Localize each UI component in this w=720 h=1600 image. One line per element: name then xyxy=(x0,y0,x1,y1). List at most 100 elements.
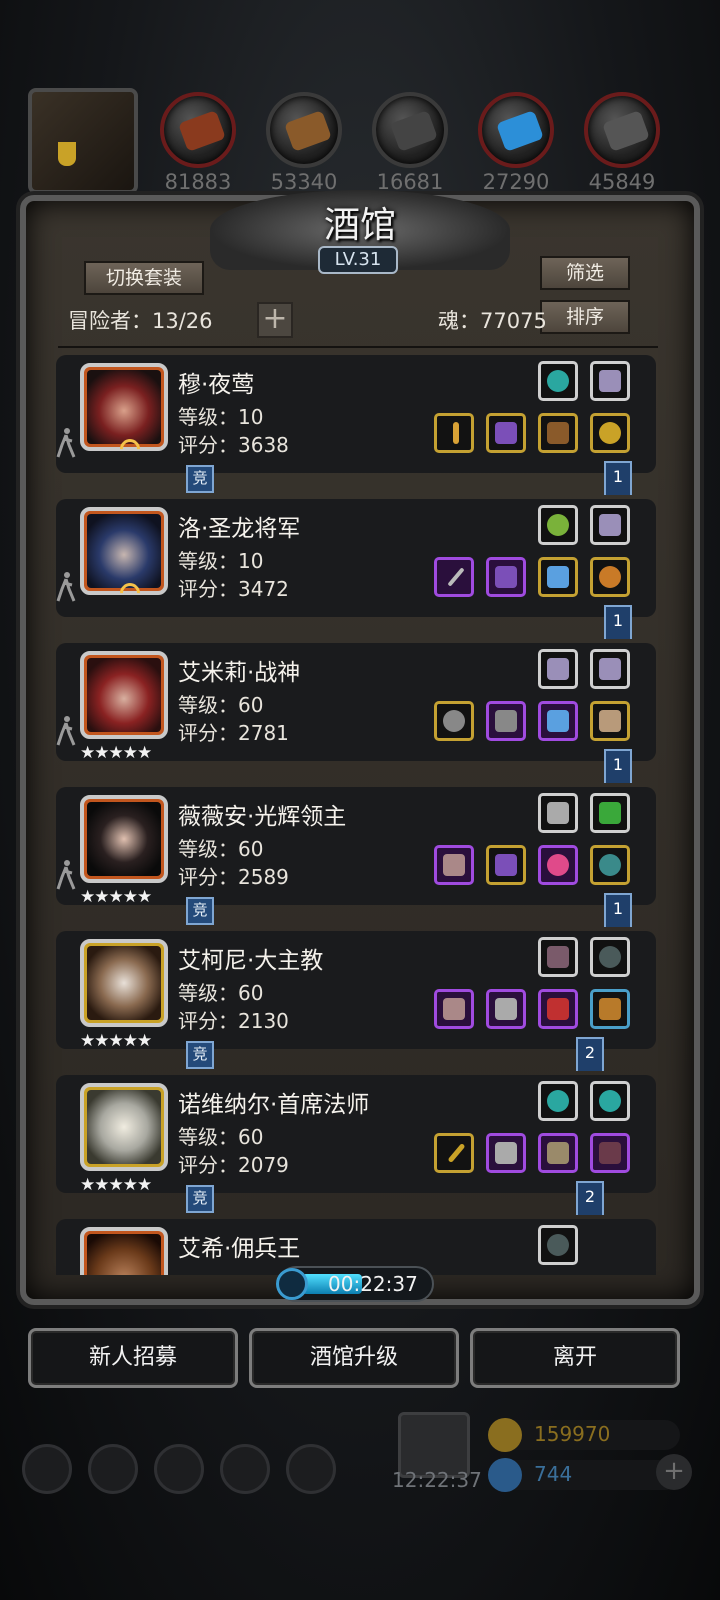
gem-value: 744 xyxy=(534,1462,573,1486)
hero-level: 等级：60 xyxy=(178,1125,264,1149)
armor-slot[interactable] xyxy=(486,701,526,741)
hero-score: 评分：3638 xyxy=(178,433,289,457)
armor-slot[interactable] xyxy=(486,845,526,885)
mail-icon[interactable] xyxy=(220,1444,270,1494)
resource-wood: 81883 xyxy=(158,92,238,202)
soul-count: 魂：77075 xyxy=(438,309,547,333)
gem-icon xyxy=(488,1458,522,1492)
crystal-slot[interactable] xyxy=(590,505,630,545)
hero-list[interactable]: 穆·夜莺 等级：10 评分：3638 竞 1 洛·圣龙将军 等级：10 评分：3… xyxy=(56,355,656,1275)
armor-slot[interactable] xyxy=(486,989,526,1029)
chest-slot[interactable] xyxy=(590,989,630,1029)
clock-icon xyxy=(276,1268,308,1300)
arena-tag: 竞 xyxy=(186,465,214,493)
staff-slot[interactable] xyxy=(434,1133,474,1173)
gold-value: 159970 xyxy=(534,1422,611,1446)
runner-icon xyxy=(56,860,76,890)
star-icon[interactable] xyxy=(88,1444,138,1494)
add-currency-button[interactable]: + xyxy=(656,1454,692,1490)
hero-stars: ★★★★★ xyxy=(80,887,152,907)
cloak-slot[interactable] xyxy=(590,1133,630,1173)
weapon-slot[interactable] xyxy=(434,413,474,453)
stone-slot[interactable] xyxy=(590,937,630,977)
leave-button[interactable]: 离开 xyxy=(470,1328,680,1388)
hero-level: 等级：60 xyxy=(178,981,264,1005)
hero-level: 等级：60 xyxy=(178,693,264,717)
team-flag: 1 xyxy=(604,749,632,783)
bracer-slot[interactable] xyxy=(538,413,578,453)
armor-slot[interactable] xyxy=(486,557,526,597)
gem-slot[interactable] xyxy=(538,1081,578,1121)
hero-avatar xyxy=(80,507,168,608)
hero-score: 评分：2589 xyxy=(178,865,289,889)
axe-slot[interactable] xyxy=(434,701,474,741)
team-flag: 2 xyxy=(576,1037,604,1071)
ring-slot[interactable] xyxy=(590,557,630,597)
feather-slot[interactable] xyxy=(538,937,578,977)
team-flag: 1 xyxy=(604,605,632,639)
hero-score: 评分：2781 xyxy=(178,721,289,745)
settings-icon[interactable] xyxy=(22,1444,72,1494)
switch-set-button[interactable]: 切换套装 xyxy=(84,261,204,295)
chalice-slot[interactable] xyxy=(538,793,578,833)
armor-slot[interactable] xyxy=(486,1133,526,1173)
hero-card[interactable]: ★★★★★ 诺维纳尔·首席法师 等级：60 评分：2079 xyxy=(56,1075,656,1195)
panel-title: 酒馆 xyxy=(323,205,396,246)
cube-icon[interactable] xyxy=(286,1444,336,1494)
scroll-slot[interactable] xyxy=(590,793,630,833)
runner-icon xyxy=(56,716,76,746)
trophy-icon xyxy=(58,142,76,166)
timer-text: 00:22:37 xyxy=(328,1272,418,1296)
ring-slot[interactable] xyxy=(590,413,630,453)
hero-card[interactable]: ★★★★★ 艾柯尼·大主教 等级：60 评分：2130 xyxy=(56,931,656,1051)
hero-avatar xyxy=(80,651,168,739)
hud-clock: 12:22:37 xyxy=(392,1468,482,1492)
hero-card[interactable]: 洛·圣龙将军 等级：10 评分：3472 xyxy=(56,499,656,617)
arena-tag: 竞 xyxy=(186,1041,214,1069)
runner-icon xyxy=(56,428,76,458)
filter-button[interactable]: 筛选 xyxy=(540,256,630,290)
gem-slot[interactable] xyxy=(590,1081,630,1121)
necklace-slot[interactable] xyxy=(538,989,578,1029)
resource-value: 81883 xyxy=(164,170,232,194)
hero-avatar xyxy=(80,795,168,883)
amulet-slot[interactable] xyxy=(538,557,578,597)
weapon-slot[interactable] xyxy=(434,557,474,597)
recruit-button[interactable]: 新人招募 xyxy=(28,1328,238,1388)
runner-icon xyxy=(56,572,76,602)
resource-iron: 16681 xyxy=(370,92,450,202)
hero-card[interactable]: ★★★★★ 薇薇安·光辉领主 等级：60 评分：2589 xyxy=(56,787,656,907)
hero-card[interactable]: 穆·夜莺 等级：10 评分：3638 xyxy=(56,355,656,473)
plank-icon xyxy=(284,110,332,152)
stone-slot[interactable] xyxy=(538,1225,578,1265)
crystal-slot[interactable] xyxy=(590,649,630,689)
hammer-slot[interactable] xyxy=(434,989,474,1029)
ring-slot[interactable] xyxy=(590,845,630,885)
hero-avatar xyxy=(80,1227,168,1275)
hero-name: 艾希·佣兵王 xyxy=(178,1236,301,1262)
crystal-slot[interactable] xyxy=(590,361,630,401)
hero-name: 穆·夜莺 xyxy=(178,372,255,398)
armor-slot[interactable] xyxy=(486,413,526,453)
hero-name: 艾柯尼·大主教 xyxy=(178,948,324,974)
sort-button[interactable]: 排序 xyxy=(540,300,630,334)
hero-avatar xyxy=(80,1083,168,1171)
hero-level: 等级：10 xyxy=(178,405,264,429)
hero-name: 薇薇安·光辉领主 xyxy=(178,804,347,830)
herb-slot[interactable] xyxy=(538,505,578,545)
resource-steel: 45849 xyxy=(582,92,662,202)
hammer-slot[interactable] xyxy=(434,845,474,885)
glove-slot[interactable] xyxy=(538,1133,578,1173)
hero-card[interactable]: ★★★★★ 艾米莉·战神 等级：60 评分：2781 xyxy=(56,643,656,763)
hall-icon[interactable] xyxy=(154,1444,204,1494)
crystal-slot[interactable] xyxy=(538,649,578,689)
gem-slot[interactable] xyxy=(538,361,578,401)
pendant-slot[interactable] xyxy=(538,845,578,885)
mask-slot[interactable] xyxy=(590,701,630,741)
player-avatar[interactable] xyxy=(28,88,138,194)
upgrade-tavern-button[interactable]: 酒馆升级 xyxy=(249,1328,459,1388)
team-flag: 1 xyxy=(604,461,632,495)
add-adventurer-button[interactable]: + xyxy=(257,302,293,338)
amulet-slot[interactable] xyxy=(538,701,578,741)
hero-avatar xyxy=(80,363,168,464)
